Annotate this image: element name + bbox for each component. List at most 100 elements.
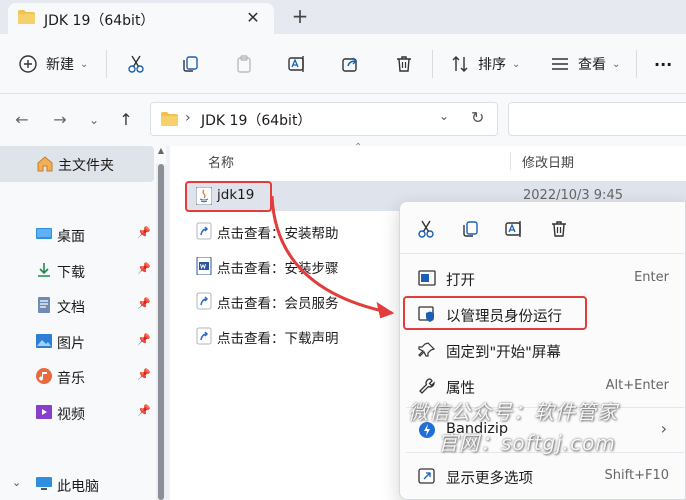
- tab-bar: JDK 19（64bit） ✕ +: [0, 0, 686, 34]
- chevron-down-icon[interactable]: ⌄: [12, 476, 21, 489]
- copy-icon[interactable]: [460, 219, 480, 239]
- sidebar-item-pictures[interactable]: 图片 📌: [0, 327, 154, 357]
- chevron-down-icon[interactable]: ⌄: [439, 109, 449, 123]
- chevron-down-icon: ⌄: [612, 58, 621, 70]
- home-icon: [37, 156, 53, 172]
- more-options-button[interactable]: ···: [654, 50, 672, 78]
- scroll-up-icon[interactable]: ▲: [156, 146, 166, 160]
- download-icon: [38, 263, 50, 277]
- breadcrumb[interactable]: JDK 19（64bit）: [201, 110, 311, 130]
- sort-up-icon: ⌃: [354, 142, 363, 153]
- toolbar: 新建 ⌄ 排序 ⌄ 查看 ⌄ ···: [0, 34, 686, 94]
- menu-item-label: Bandizip: [446, 421, 509, 437]
- sidebar-item-documents[interactable]: 文档 📌: [0, 291, 154, 321]
- rename-icon[interactable]: [504, 219, 524, 239]
- sidebar-item-label: 此电脑: [57, 479, 99, 495]
- copy-button[interactable]: [180, 50, 200, 78]
- menu-divider: [406, 452, 686, 453]
- folder-icon: [18, 10, 35, 24]
- sidebar-item-desktop[interactable]: 桌面 📌: [0, 220, 154, 250]
- menu-item-label: 固定到"开始"屏幕: [446, 345, 561, 361]
- sidebar-item-label: 视频: [57, 407, 85, 423]
- close-tab-icon[interactable]: ✕: [242, 7, 264, 29]
- paste-icon: [237, 55, 251, 73]
- java-installer-icon: [196, 187, 212, 205]
- new-tab-button[interactable]: +: [288, 5, 312, 29]
- trash-icon[interactable]: [549, 219, 569, 239]
- column-header-modified[interactable]: 修改日期: [522, 152, 574, 171]
- forward-arrow-icon[interactable]: →: [48, 108, 72, 132]
- new-button[interactable]: 新建 ⌄: [18, 50, 88, 78]
- sidebar-item-videos[interactable]: 视频 📌: [0, 398, 154, 428]
- sort-button[interactable]: 排序 ⌄: [450, 50, 520, 78]
- share-icon: [342, 57, 357, 72]
- scissors-icon[interactable]: [416, 219, 436, 239]
- refresh-icon[interactable]: ↻: [471, 108, 484, 127]
- up-arrow-icon[interactable]: ↑: [114, 108, 138, 132]
- pin-icon: 📌: [137, 262, 151, 275]
- scrollbar-thumb[interactable]: [158, 164, 164, 500]
- file-name: 点击查看：下载声明: [217, 331, 339, 347]
- sidebar-item-music[interactable]: 音乐 📌: [0, 362, 154, 392]
- scissors-icon: [128, 55, 144, 73]
- folder-icon: [161, 112, 178, 126]
- new-button-label: 新建: [46, 57, 74, 73]
- file-name: jdk19: [217, 187, 255, 203]
- address-row: ← → ⌄ ↑ › JDK 19（64bit） ⌄ ↻: [0, 94, 686, 146]
- sidebar-item-label: 图片: [57, 336, 85, 352]
- share-button[interactable]: [340, 50, 360, 78]
- context-menu-quick-actions: [400, 202, 686, 254]
- delete-button[interactable]: [394, 50, 414, 78]
- search-input[interactable]: [508, 102, 686, 136]
- shortcut-link-icon: [196, 327, 212, 345]
- shortcut-link-icon: [196, 292, 212, 310]
- column-header-name[interactable]: 名称: [208, 152, 234, 171]
- menu-item-properties[interactable]: 属性 Alt+Enter: [406, 369, 686, 403]
- chevron-down-icon: ⌄: [512, 58, 521, 70]
- tab-jdk19[interactable]: JDK 19（64bit） ✕: [8, 3, 274, 34]
- chevron-right-icon: ›: [660, 419, 667, 438]
- view-button-label: 查看: [578, 57, 606, 73]
- pin-icon: 📌: [137, 368, 151, 381]
- menu-item-shortcut: Shift+F10: [604, 468, 669, 483]
- view-button[interactable]: 查看 ⌄: [550, 50, 620, 78]
- shortcut-link-icon: [196, 222, 212, 240]
- sidebar-item-label: 音乐: [57, 371, 85, 387]
- menu-item-pin-to-start[interactable]: 固定到"开始"屏幕: [406, 333, 686, 367]
- pin-icon: 📌: [137, 226, 151, 239]
- menu-item-shortcut: Enter: [634, 270, 669, 285]
- pin-icon: 📌: [137, 404, 151, 417]
- address-bar[interactable]: › JDK 19（64bit） ⌄ ↻: [150, 102, 498, 136]
- video-icon: [36, 405, 52, 419]
- column-divider: [510, 152, 511, 170]
- sidebar-scrollbar[interactable]: ▲: [156, 146, 166, 500]
- menu-item-open[interactable]: 打开 Enter: [406, 261, 686, 295]
- menu-item-run-as-admin[interactable]: 以管理员身份运行: [406, 297, 686, 331]
- file-name: 点击查看：安装步骤: [217, 261, 339, 277]
- document-icon: [38, 297, 50, 313]
- view-list-icon: [552, 58, 568, 70]
- copy-icon: [183, 56, 198, 72]
- menu-item-bandizip[interactable]: Bandizip ›: [406, 413, 686, 447]
- back-arrow-icon[interactable]: ←: [10, 108, 34, 132]
- sort-icon: [452, 56, 468, 72]
- paste-button[interactable]: [234, 50, 254, 78]
- sidebar-item-this-pc[interactable]: ⌄ 此电脑: [0, 470, 154, 500]
- tab-title: JDK 19（64bit）: [44, 13, 155, 29]
- sidebar-item-downloads[interactable]: 下载 📌: [0, 256, 154, 286]
- wrench-icon: [419, 378, 435, 394]
- admin-shield-icon: [418, 306, 434, 322]
- menu-item-label: 以管理员身份运行: [446, 309, 562, 325]
- desktop-icon: [36, 228, 52, 239]
- recent-locations-icon[interactable]: ⌄: [82, 108, 106, 132]
- cut-button[interactable]: [126, 50, 146, 78]
- menu-item-show-more-options[interactable]: 显示更多选项 Shift+F10: [406, 459, 686, 493]
- sidebar-item-home[interactable]: 主文件夹: [0, 146, 154, 182]
- sidebar-item-label: 下载: [57, 265, 85, 281]
- rename-button[interactable]: [287, 50, 307, 78]
- menu-divider: [406, 407, 686, 408]
- sidebar-item-label: 主文件夹: [58, 158, 114, 174]
- show-more-icon: [418, 468, 435, 484]
- pin-icon: [418, 342, 436, 357]
- trash-icon: [397, 56, 411, 72]
